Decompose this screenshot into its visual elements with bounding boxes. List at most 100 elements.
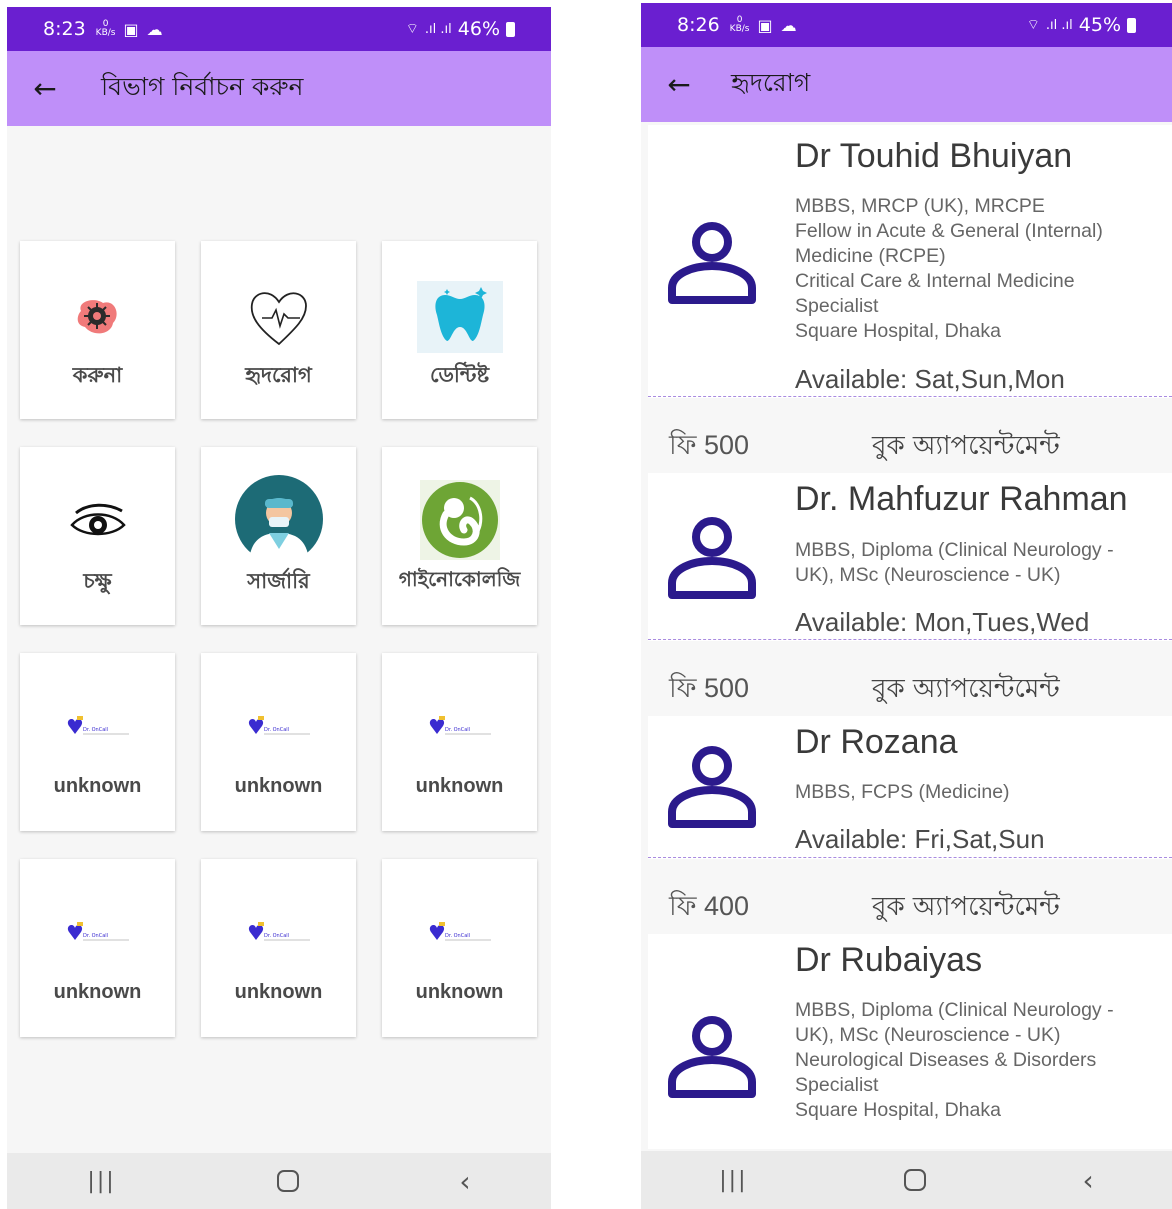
home-button[interactable]	[276, 1170, 299, 1192]
department-select-screen: 8:23 0 KB/s ▣ ☁ ⌔ .ıl .ıl 46% ← বিভাগ নির…	[7, 7, 551, 1209]
gallery-icon: ▣	[757, 15, 773, 35]
system-nav-bar: ||| ‹	[641, 1151, 1172, 1209]
department-card[interactable]: Dr. OnCall unknown	[201, 653, 356, 831]
info-line: MBBS, MRCP (UK), MRCPE	[795, 195, 1045, 217]
department-card[interactable]: Dr. OnCall unknown	[20, 653, 175, 831]
signal-icon: .ıl .ıl	[424, 21, 452, 37]
page-title: হৃদরোগ	[731, 68, 811, 97]
svg-text:Dr. OnCall: Dr. OnCall	[83, 727, 108, 733]
fee: ফি 500	[669, 672, 750, 703]
fee-row: ফি 500 বুক অ্যাপয়েন্টমেন্ট	[648, 664, 1172, 716]
department-label: চক্ষু	[83, 570, 112, 593]
info-line: Specialist	[795, 295, 879, 317]
info-line: MBBS, Diploma (Clinical Neurology -	[795, 539, 1114, 561]
tooth-icon	[382, 277, 537, 357]
info-line: Neurological Diseases & Disorders	[795, 1049, 1097, 1071]
virus-icon	[20, 277, 175, 357]
department-card[interactable]: চক্ষু	[20, 447, 175, 625]
fee: ফি 400	[669, 890, 750, 921]
back-nav-button[interactable]: ‹	[459, 1165, 470, 1198]
back-arrow-icon[interactable]: ←	[7, 72, 81, 105]
info-line: Specialist	[795, 1074, 879, 1096]
recents-button[interactable]: |||	[87, 1169, 115, 1194]
home-button[interactable]	[904, 1169, 927, 1191]
battery-level: 46%	[457, 18, 500, 40]
department-label: ডেন্টিষ্ট	[429, 364, 490, 387]
wifi-icon: ⌔	[405, 21, 419, 37]
fee: ফি 500	[669, 429, 750, 460]
department-card[interactable]: সার্জারি	[201, 447, 356, 625]
book-appointment-button[interactable]: বুক অ্যাপয়েন্টমেন্ট	[872, 886, 1060, 930]
doctor-qualifications: MBBS, FCPS (Medicine)	[795, 780, 1165, 805]
svg-text:Dr. OnCall: Dr. OnCall	[83, 933, 108, 939]
availability: Available: Sat,Sun,Mon	[795, 364, 1065, 394]
person-icon	[668, 1016, 756, 1098]
department-card[interactable]: করুনা	[20, 241, 175, 419]
department-label: সার্জারি	[247, 570, 310, 593]
gallery-icon: ▣	[123, 19, 139, 39]
back-nav-button[interactable]: ‹	[1083, 1164, 1094, 1197]
app-bar: ← হৃদরোগ	[641, 47, 1172, 122]
department-label: unknown	[234, 981, 323, 1003]
status-time: 8:26	[677, 14, 720, 36]
department-card[interactable]: Dr. OnCall unknown	[20, 859, 175, 1037]
status-bar: 8:26 0 KB/s ▣ ☁ ⌔ .ıl .ıl 45%	[641, 3, 1172, 47]
person-icon	[668, 746, 756, 828]
doctor-card[interactable]: Dr. Mahfuzur Rahman MBBS, Diploma (Clini…	[648, 473, 1172, 641]
info-line: Critical Care & Internal Medicine	[795, 270, 1075, 292]
surgeon-icon	[201, 473, 356, 563]
svg-text:Dr. OnCall: Dr. OnCall	[264, 933, 289, 939]
battery-icon	[1127, 17, 1136, 33]
dr-oncall-logo: Dr. OnCall	[382, 689, 537, 769]
book-appointment-button[interactable]: বুক অ্যাপয়েন্টমেন্ট	[872, 668, 1060, 712]
svg-text:Dr. OnCall: Dr. OnCall	[264, 727, 289, 733]
department-label: unknown	[415, 981, 504, 1003]
department-card[interactable]: গাইনোকোলজি	[382, 447, 537, 625]
department-card[interactable]: ডেন্টিষ্ট	[382, 241, 537, 419]
info-line: Medicine (RCPE)	[795, 245, 946, 267]
cloud-icon: ☁	[780, 15, 797, 35]
person-icon	[668, 222, 756, 304]
book-appointment-button[interactable]: বুক অ্যাপয়েন্টমেন্ট	[872, 425, 1060, 469]
department-card[interactable]: Dr. OnCall unknown	[201, 859, 356, 1037]
dr-oncall-logo: Dr. OnCall	[201, 689, 356, 769]
info-line: Fellow in Acute & General (Internal)	[795, 220, 1103, 242]
department-label: গাইনোকোলজি	[398, 569, 521, 591]
network-speed: 0 KB/s	[95, 19, 116, 38]
signal-icon: .ıl .ıl	[1045, 17, 1073, 33]
divider	[648, 396, 1172, 397]
fee-row: ফি 500 বুক অ্যাপয়েন্টমেন্ট	[648, 421, 1172, 473]
recents-button[interactable]: |||	[719, 1168, 747, 1193]
svg-text:Dr. OnCall: Dr. OnCall	[445, 933, 470, 939]
department-label: unknown	[234, 775, 323, 797]
wifi-icon: ⌔	[1026, 17, 1040, 33]
doctor-name: Dr Touhid Bhuiyan	[795, 137, 1073, 175]
department-label: unknown	[53, 775, 142, 797]
info-line: Square Hospital, Dhaka	[795, 320, 1001, 342]
person-icon	[668, 517, 756, 599]
system-nav-bar: ||| ‹	[7, 1153, 551, 1209]
app-bar: ← বিভাগ নির্বাচন করুন	[7, 51, 551, 126]
department-label: unknown	[415, 775, 504, 797]
fetus-icon	[382, 477, 537, 563]
department-card[interactable]: Dr. OnCall unknown	[382, 859, 537, 1037]
department-card[interactable]: হৃদরোগ	[201, 241, 356, 419]
doctor-name: Dr Rozana	[795, 723, 958, 761]
back-arrow-icon[interactable]: ←	[641, 68, 715, 101]
dr-oncall-logo: Dr. OnCall	[382, 895, 537, 975]
doctor-qualifications: MBBS, Diploma (Clinical Neurology - UK),…	[795, 998, 1165, 1123]
info-line: MBBS, Diploma (Clinical Neurology -	[795, 999, 1114, 1021]
availability: Available: Fri,Sat,Sun	[795, 824, 1045, 854]
department-card[interactable]: Dr. OnCall unknown	[382, 653, 537, 831]
eye-icon	[20, 483, 175, 563]
doctor-card[interactable]: Dr Rozana MBBS, FCPS (Medicine) Availabl…	[648, 716, 1172, 859]
dr-oncall-logo: Dr. OnCall	[201, 895, 356, 975]
dr-oncall-logo: Dr. OnCall	[20, 895, 175, 975]
battery-icon	[506, 21, 515, 37]
info-line: Square Hospital, Dhaka	[795, 1099, 1001, 1121]
dr-oncall-logo: Dr. OnCall	[20, 689, 175, 769]
heart-icon	[201, 277, 356, 357]
doctor-card[interactable]: Dr Touhid Bhuiyan MBBS, MRCP (UK), MRCPE…	[648, 125, 1172, 398]
info-line: UK), MSc (Neuroscience - UK)	[795, 564, 1061, 586]
doctor-card[interactable]: Dr Rubaiyas MBBS, Diploma (Clinical Neur…	[648, 934, 1172, 1149]
